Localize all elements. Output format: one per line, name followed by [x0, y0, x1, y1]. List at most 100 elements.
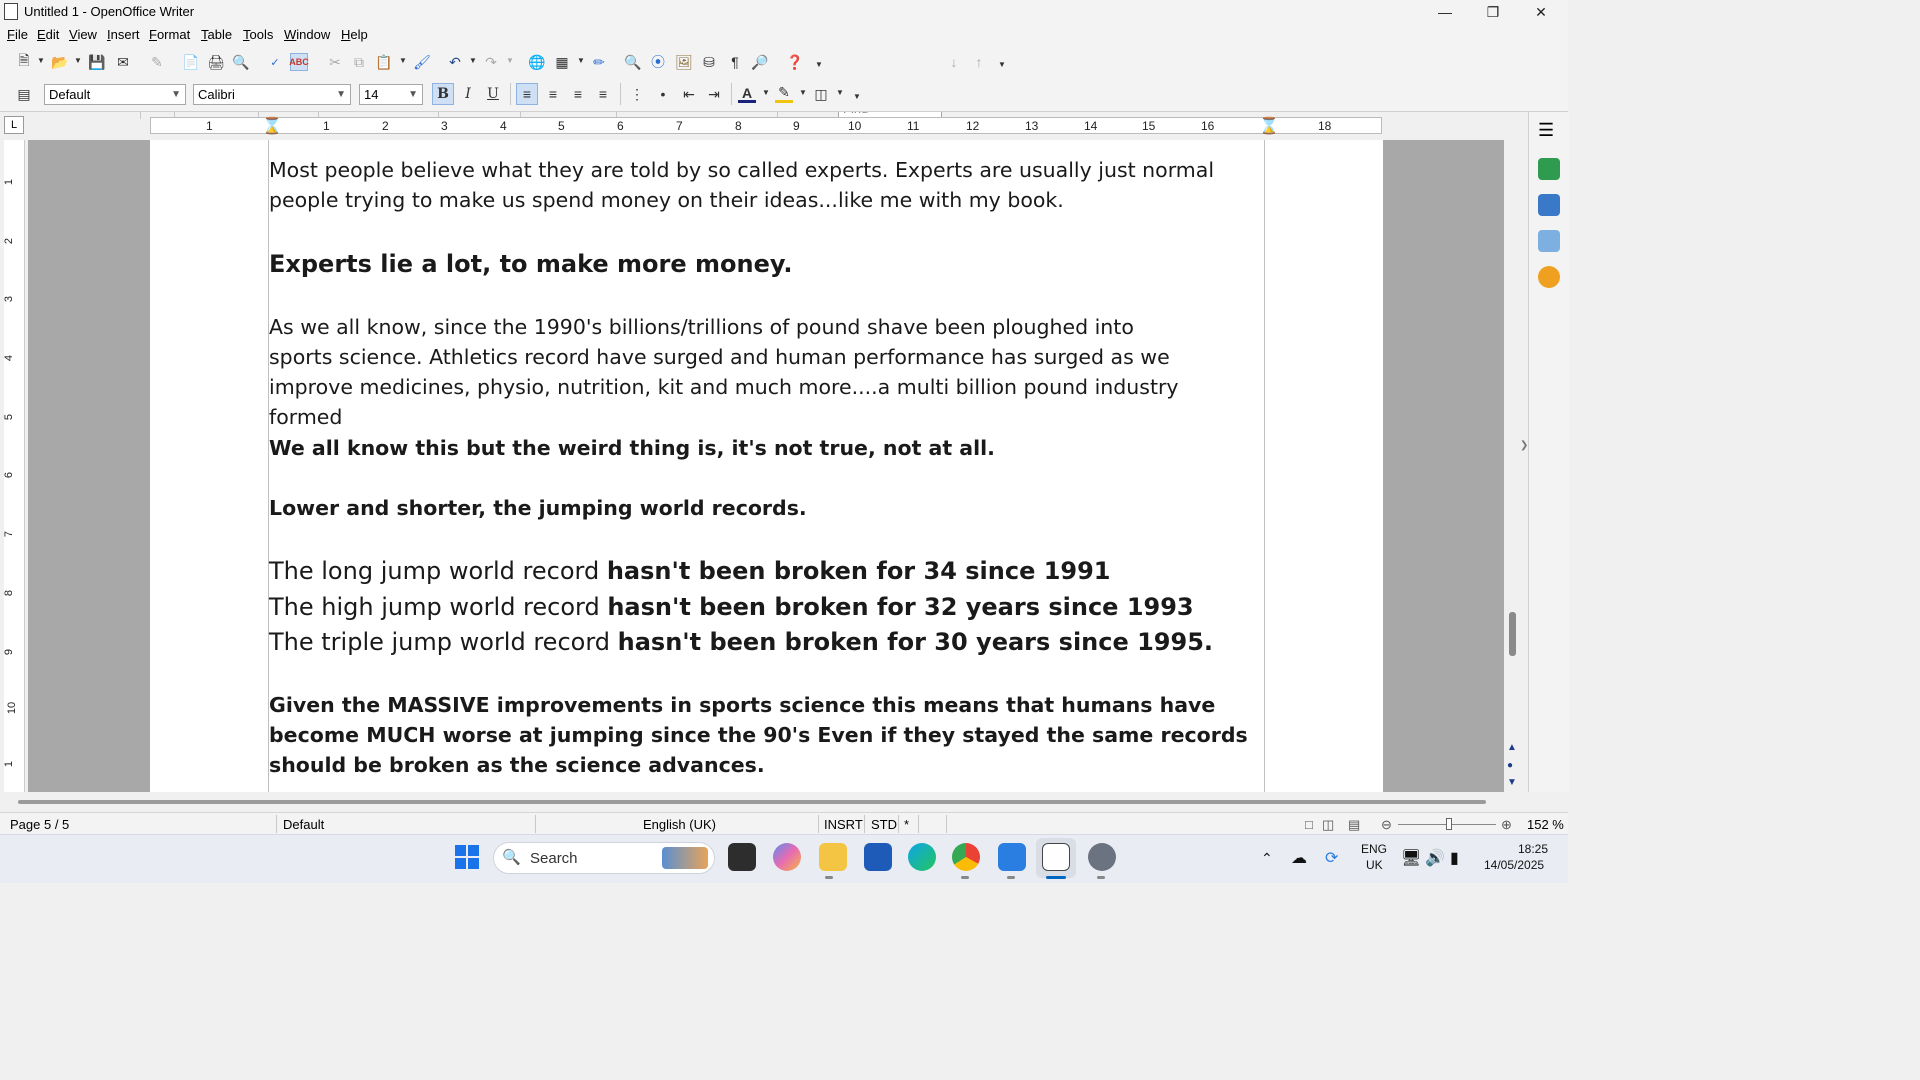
vertical-ruler[interactable]: 1 2 3 4 5 6 7 8 9 10 1	[3, 140, 25, 792]
taskbar-search[interactable]: 🔍 Search	[493, 842, 715, 874]
insert-mode[interactable]: INSRT	[824, 817, 863, 832]
spellcheck-icon[interactable]: ✓	[266, 53, 284, 71]
font-color-icon[interactable]: A	[738, 85, 756, 103]
email-icon[interactable]: ✉	[114, 53, 132, 71]
help-icon[interactable]: ❓	[786, 53, 804, 71]
network-icon[interactable]: 🖥	[1401, 848, 1421, 868]
menu-table[interactable]: Table	[201, 27, 232, 42]
sync-icon[interactable]: ⟳	[1325, 848, 1338, 868]
record-high-jump[interactable]: The high jump world record hasn't been b…	[269, 589, 1269, 625]
highlighting-icon[interactable]: ✎	[775, 84, 793, 103]
language[interactable]: English (UK)	[643, 817, 716, 832]
open-folder-icon[interactable]: 📂	[51, 53, 69, 71]
italic-icon[interactable]: I	[459, 85, 477, 103]
find-previous-icon[interactable]: ↑	[970, 53, 988, 71]
increase-indent-icon[interactable]: ⇥	[705, 85, 723, 103]
record-long-jump[interactable]: The long jump world record hasn't been b…	[269, 553, 1269, 589]
start-button[interactable]	[455, 845, 479, 869]
book-view-icon[interactable]: ▤	[1348, 817, 1360, 833]
chevron-down-icon[interactable]: ▼	[399, 56, 407, 65]
formatting-marks-icon[interactable]: ¶	[726, 53, 744, 71]
zoom-icon[interactable]: 🔎	[751, 53, 769, 71]
zoom-slider-thumb[interactable]	[1446, 818, 1452, 830]
toolbar-options-icon[interactable]: ▼	[853, 92, 861, 101]
vertical-scrollbar[interactable]	[1504, 140, 1520, 792]
toolbar-options-icon[interactable]: ▼	[815, 60, 823, 69]
font-name-select[interactable]: Calibri ▼	[193, 84, 351, 105]
find-next-icon[interactable]: ↓	[945, 53, 963, 71]
page-indicator[interactable]: Page 5 / 5	[10, 817, 69, 832]
minimize-button[interactable]: —	[1422, 0, 1468, 24]
chrome-icon[interactable]	[952, 843, 980, 871]
underline-icon[interactable]: U	[484, 85, 502, 103]
menu-insert[interactable]: Insert	[107, 27, 140, 42]
table-icon[interactable]: ▦	[553, 53, 571, 71]
undo-icon[interactable]: ↶	[446, 53, 464, 71]
menu-format[interactable]: Format	[149, 27, 190, 42]
data-sources-icon[interactable]: ⛁	[700, 53, 718, 71]
paste-icon[interactable]: 📋	[375, 53, 393, 71]
chevron-down-icon[interactable]: ▼	[37, 56, 45, 65]
menu-help[interactable]: Help	[341, 27, 368, 42]
sidebar-collapse-icon[interactable]: ❯	[1520, 440, 1528, 451]
previous-page-icon[interactable]: ▲	[1507, 742, 1517, 753]
draw-functions-icon[interactable]: ✏	[590, 53, 608, 71]
gallery-sidebar-icon[interactable]	[1538, 230, 1560, 252]
settings-gear-icon[interactable]	[1088, 843, 1116, 871]
properties-icon[interactable]	[1538, 158, 1560, 180]
save-icon[interactable]: 💾	[88, 53, 106, 71]
font-size-select[interactable]: 14 ▼	[359, 84, 423, 105]
cut-icon[interactable]: ✂	[326, 53, 344, 71]
autospellcheck-icon[interactable]: ABC	[289, 53, 309, 71]
align-right-icon[interactable]: ≡	[569, 85, 587, 103]
bullets-icon[interactable]: •	[654, 85, 672, 103]
hyperlink-icon[interactable]: 🌐	[528, 53, 546, 71]
language-top[interactable]: ENG	[1361, 842, 1387, 856]
clock-time[interactable]: 18:25	[1518, 842, 1548, 856]
sidebar-menu-icon[interactable]: ☰	[1538, 120, 1554, 141]
language-bottom[interactable]: UK	[1366, 858, 1383, 872]
file-explorer-icon[interactable]	[819, 843, 847, 871]
print-preview-icon[interactable]: 🔍	[232, 53, 250, 71]
styles-formatting-icon[interactable]: ▤	[15, 85, 33, 103]
numbering-icon[interactable]: ⋮	[628, 85, 646, 103]
store-icon[interactable]	[864, 843, 892, 871]
align-left-icon[interactable]: ≡	[516, 83, 538, 105]
new-document-icon[interactable]: 🗎	[15, 52, 33, 71]
heading-jumping-records[interactable]: Lower and shorter, the jumping world rec…	[269, 493, 1269, 523]
heading-not-true[interactable]: We all know this but the weird thing is,…	[269, 433, 1269, 463]
navigator-sidebar-icon[interactable]	[1538, 266, 1560, 288]
export-pdf-icon[interactable]: 📄	[182, 53, 200, 71]
right-indent-marker[interactable]: ⌛	[1259, 116, 1279, 136]
onedrive-icon[interactable]: ☁	[1291, 848, 1307, 868]
multi-page-view-icon[interactable]: ◫	[1322, 817, 1334, 833]
justify-icon[interactable]: ≡	[594, 85, 612, 103]
photos-icon[interactable]	[998, 843, 1026, 871]
chevron-down-icon[interactable]: ▼	[469, 56, 477, 65]
volume-icon[interactable]: 🔊	[1425, 848, 1445, 868]
next-page-icon[interactable]: ▼	[1507, 777, 1517, 788]
align-center-icon[interactable]: ≡	[544, 85, 562, 103]
background-color-icon[interactable]: ◫	[812, 85, 830, 103]
selection-mode[interactable]: STD	[871, 817, 897, 832]
close-button[interactable]: ✕	[1518, 0, 1564, 24]
edge-icon[interactable]	[908, 843, 936, 871]
heading-experts-lie[interactable]: Experts lie a lot, to make more money.	[269, 246, 1269, 282]
gallery-icon[interactable]: 🖼	[675, 53, 693, 71]
chevron-down-icon[interactable]: ▼	[577, 56, 585, 65]
print-icon[interactable]: 🖨	[207, 53, 225, 71]
zoom-level[interactable]: 152 %	[1527, 817, 1564, 832]
menu-tools[interactable]: Tools	[243, 27, 273, 42]
navigation-icon[interactable]: ●	[1507, 760, 1513, 771]
page-style[interactable]: Default	[283, 817, 324, 832]
copilot-icon[interactable]	[773, 843, 801, 871]
left-indent-marker[interactable]: ⌛	[262, 116, 282, 136]
chevron-down-icon[interactable]: ▼	[74, 56, 82, 65]
restore-button[interactable]: ❐	[1470, 0, 1516, 24]
decrease-indent-icon[interactable]: ⇤	[680, 85, 698, 103]
copy-icon[interactable]: ⧉	[350, 53, 368, 71]
record-triple-jump[interactable]: The triple jump world record hasn't been…	[269, 624, 1269, 660]
paragraph-experts-intro[interactable]: Most people believe what they are told b…	[269, 155, 1269, 215]
clone-formatting-icon[interactable]: 🖌	[413, 53, 431, 71]
chevron-down-icon[interactable]: ▼	[836, 88, 844, 97]
